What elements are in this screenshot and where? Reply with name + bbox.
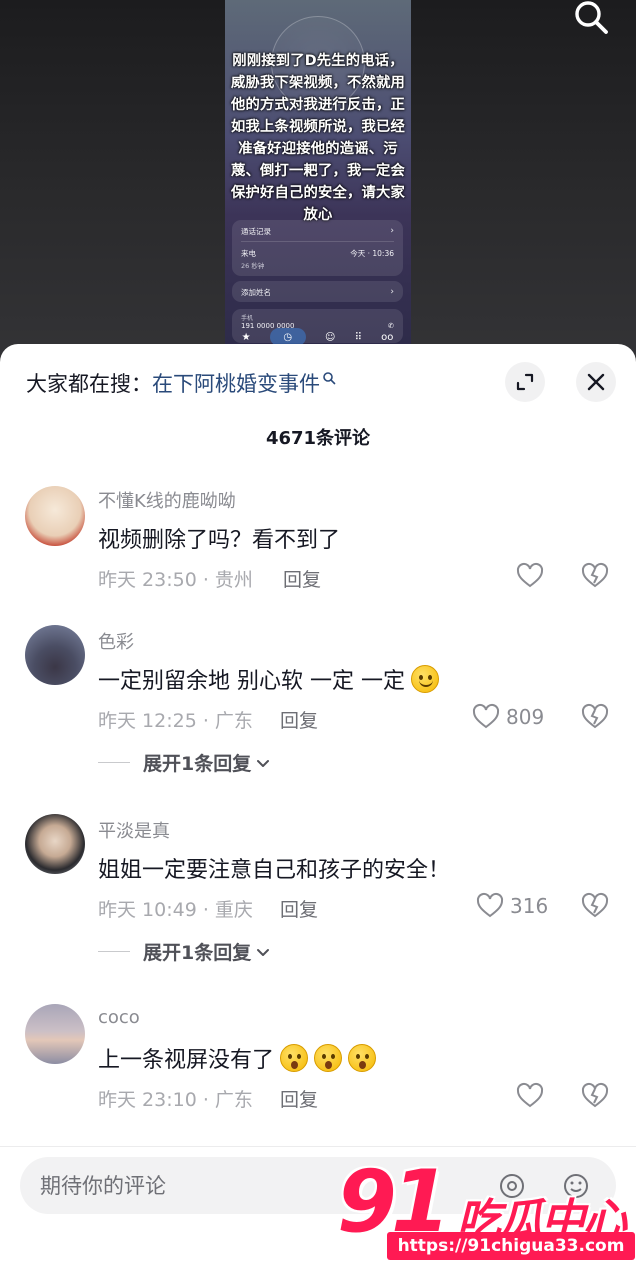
voicemail-icon: oo: [381, 331, 394, 343]
chevron-down-icon: [257, 948, 270, 956]
heart-icon[interactable]: [516, 1082, 544, 1110]
hot-search-bar[interactable]: 大家都在搜： 在下阿桃婚变事件: [26, 368, 336, 398]
hot-search-prefix: 大家都在搜：: [26, 372, 152, 396]
heart-icon: [476, 892, 504, 918]
close-button[interactable]: [576, 362, 616, 402]
comment-meta: 昨天 23:10 · 广东: [98, 1089, 253, 1111]
comment-username[interactable]: 平淡是真: [98, 817, 170, 843]
video-frame: 刚刚接到了D先生的电话，威胁我下架视频，不然就用他的方式对我进行反击，正如我上条…: [225, 0, 411, 360]
expand-replies-button[interactable]: 展开1条回复: [98, 749, 271, 776]
smile-emoji-icon: [410, 665, 439, 693]
avatar[interactable]: [25, 1004, 85, 1064]
watermark-logo: 91 吃瓜中心 https://91chigua33.com: [335, 1152, 636, 1280]
video-overlay-text: 刚刚接到了D先生的电话，威胁我下架视频，不然就用他的方式对我进行反击，正如我上条…: [231, 53, 405, 223]
surprised-emoji-icon: [280, 1044, 309, 1072]
broken-heart-icon[interactable]: [581, 892, 609, 920]
expand-button[interactable]: [505, 362, 545, 402]
expand-replies-label: 展开1条回复: [143, 942, 252, 964]
like-count: 809: [506, 705, 545, 729]
comment-text: 上一条视屏没有了: [98, 1042, 377, 1074]
close-icon: [587, 373, 605, 391]
surprised-emoji-icon: [348, 1044, 377, 1072]
avatar[interactable]: [25, 814, 85, 874]
add-name-label: 添加姓名: [241, 288, 271, 297]
number-label: 手机: [241, 315, 254, 322]
like-button[interactable]: 809: [472, 703, 544, 731]
watermark-url: https://91chigua33.com: [387, 1232, 635, 1260]
reply-button[interactable]: 回复: [280, 1085, 318, 1112]
comment-sheet: 大家都在搜： 在下阿桃婚变事件 4671条评论 不懂K线的鹿呦呦 视频删除了吗？…: [0, 344, 636, 1280]
broken-heart-icon[interactable]: [581, 703, 609, 731]
comment-username[interactable]: coco: [98, 1007, 140, 1028]
expand-replies-label: 展开1条回复: [143, 753, 252, 775]
call-duration: 26 秒钟: [241, 262, 265, 270]
heart-icon[interactable]: [516, 562, 544, 590]
surprised-emoji-icon: [314, 1044, 343, 1072]
reply-button[interactable]: 回复: [283, 565, 321, 592]
search-icon[interactable]: [572, 0, 612, 40]
expand-replies-button[interactable]: 展开1条回复: [98, 938, 271, 965]
broken-heart-icon[interactable]: [581, 1082, 609, 1110]
input-divider: [0, 1146, 636, 1147]
comment-meta: 昨天 10:49 · 重庆: [98, 899, 253, 921]
comment-username[interactable]: 色彩: [98, 628, 134, 654]
hot-search-keyword[interactable]: 在下阿桃婚变事件: [152, 368, 320, 398]
like-count: 316: [510, 894, 549, 918]
call-log-label: 通话记录: [241, 227, 271, 236]
comment-text: 姐姐一定要注意自己和孩子的安全！: [98, 858, 451, 883]
avatar[interactable]: [25, 486, 85, 546]
contacts-icon: ☺: [324, 331, 336, 343]
star-icon: ★: [241, 331, 251, 343]
comment-meta: 昨天 23:50 · 贵州: [98, 569, 253, 591]
call-time: 今天 · 10:36: [350, 249, 394, 258]
reply-button[interactable]: 回复: [280, 895, 318, 922]
comment-meta: 昨天 12:25 · 广东: [98, 710, 253, 732]
comment-text: 一定别留余地 别心软 一定 一定: [98, 663, 439, 695]
chevron-right-icon: ›: [390, 226, 394, 236]
add-name-card: 添加姓名 ›: [232, 281, 403, 302]
comment-count: 4671条评论: [265, 428, 371, 449]
keypad-icon: ⠿: [354, 331, 362, 343]
comment-text: 视频删除了吗？看不到了: [98, 528, 341, 553]
video-player[interactable]: 刚刚接到了D先生的电话，威胁我下架视频，不然就用他的方式对我进行反击，正如我上条…: [0, 0, 636, 360]
chevron-right-icon: ›: [390, 287, 394, 297]
comment-username[interactable]: 不懂K线的鹿呦呦: [98, 487, 236, 513]
expand-icon: [516, 373, 534, 391]
broken-heart-icon[interactable]: [581, 562, 609, 590]
avatar[interactable]: [25, 625, 85, 685]
chevron-down-icon: [257, 759, 270, 767]
search-small-icon: [323, 372, 336, 385]
heart-icon: [472, 703, 500, 729]
like-button[interactable]: 316: [476, 892, 548, 920]
call-log-card: 通话记录 › 来电 今天 · 10:36 26 秒钟: [232, 220, 403, 276]
call-type: 来电: [241, 249, 256, 258]
reply-button[interactable]: 回复: [280, 706, 318, 733]
